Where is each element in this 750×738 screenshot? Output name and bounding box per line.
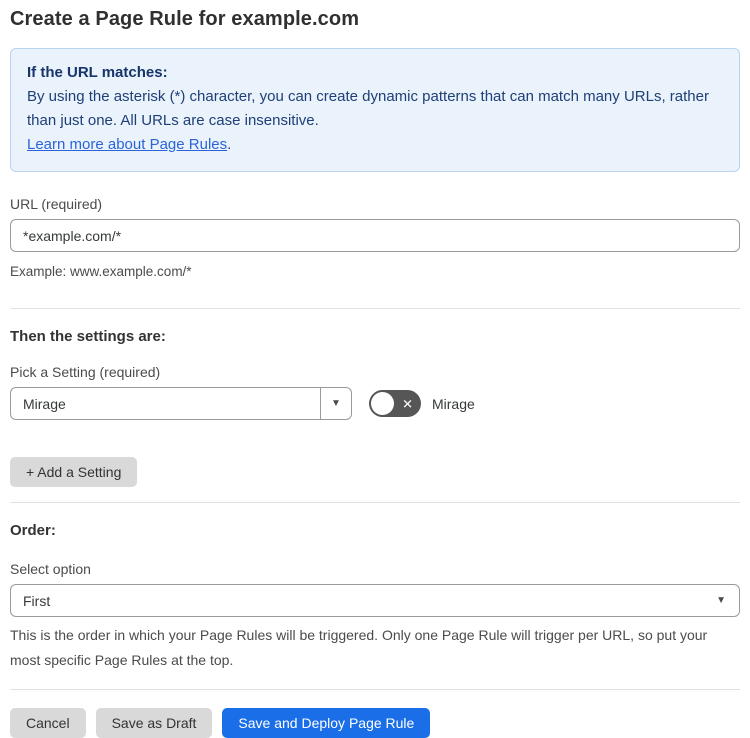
page-title: Create a Page Rule for example.com: [10, 8, 360, 30]
add-setting-button[interactable]: + Add a Setting: [10, 457, 138, 487]
setting-picker-row: Mirage ▼ ✕ Mirage: [10, 387, 740, 420]
setting-select[interactable]: Mirage ▼: [10, 387, 352, 420]
order-select[interactable]: First ▼: [10, 584, 740, 617]
chevron-down-icon: ▼: [716, 594, 726, 606]
url-example-helper: Example: www.example.com/*: [10, 264, 192, 279]
url-match-info-box: If the URL matches: By using the asteris…: [10, 48, 740, 172]
setting-select-value: Mirage: [23, 395, 66, 412]
divider: [10, 308, 740, 309]
toggle-label: Mirage: [432, 395, 475, 412]
toggle-off-x-icon: ✕: [402, 396, 413, 411]
footer-button-row: Cancel Save as Draft Save and Deploy Pag…: [10, 708, 740, 738]
divider: [10, 502, 740, 503]
info-box-body: By using the asterisk (*) character, you…: [27, 88, 709, 129]
settings-section-heading: Then the settings are:: [10, 328, 166, 345]
chevron-down-icon: ▼: [331, 397, 341, 409]
url-field-label: URL (required): [10, 196, 103, 212]
setting-select-arrow-button[interactable]: ▼: [320, 388, 351, 419]
info-box-heading: If the URL matches:: [27, 64, 168, 81]
setting-picker-label: Pick a Setting (required): [10, 364, 161, 380]
order-select-label: Select option: [10, 561, 91, 577]
order-select-value: First: [23, 592, 51, 609]
order-select-arrow: ▼: [716, 585, 739, 616]
learn-more-link[interactable]: Learn more about Page Rules: [27, 136, 227, 153]
url-input[interactable]: [10, 219, 740, 252]
order-helper-text: This is the order in which your Page Rul…: [10, 627, 708, 668]
divider: [10, 689, 740, 690]
save-and-deploy-button[interactable]: Save and Deploy Page Rule: [222, 708, 431, 738]
toggle-knob: [371, 392, 394, 415]
mirage-toggle[interactable]: ✕: [369, 390, 421, 417]
link-period: .: [227, 136, 232, 153]
save-as-draft-button[interactable]: Save as Draft: [95, 708, 213, 738]
cancel-button[interactable]: Cancel: [10, 708, 86, 738]
order-section-heading: Order:: [10, 522, 56, 539]
info-box-link-line: Learn more about Page Rules.: [27, 133, 723, 157]
